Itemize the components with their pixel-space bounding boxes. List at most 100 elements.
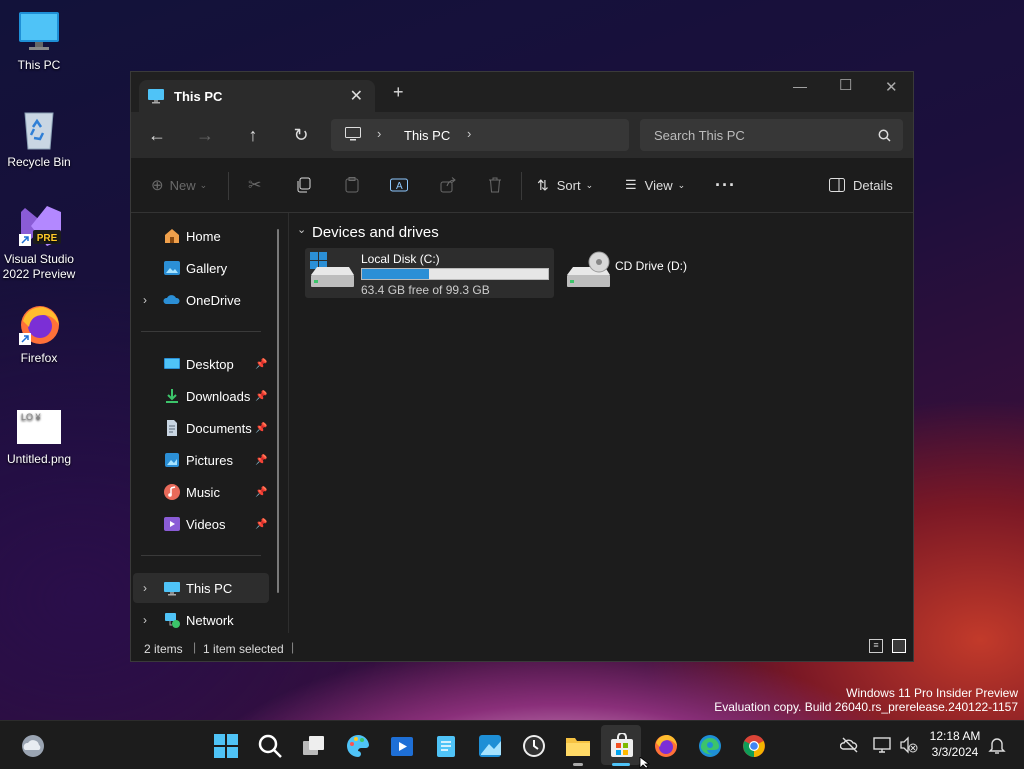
- mouse-cursor-icon: [639, 757, 651, 768]
- sidebar-item-network[interactable]: › Network: [133, 605, 269, 635]
- content-area: ⌄ Devices and drives Local Disk (C:) 63.…: [289, 213, 913, 633]
- breadcrumb-chevron-icon[interactable]: ›: [377, 126, 381, 141]
- monitor-icon: [345, 127, 361, 141]
- tiles-view-toggle-icon[interactable]: [892, 639, 906, 653]
- sidebar-item-documents[interactable]: Documents 📌: [133, 413, 269, 443]
- task-view-icon[interactable]: [301, 733, 327, 759]
- pin-icon[interactable]: 📌: [255, 487, 267, 498]
- pin-icon[interactable]: 📌: [255, 455, 267, 466]
- running-indicator: [573, 763, 583, 766]
- sidebar-item-pictures[interactable]: Pictures 📌: [133, 445, 269, 475]
- weather-widget-icon[interactable]: [20, 733, 46, 759]
- address-row: ← → ↑ ↻ › This PC › Search This PC: [131, 112, 913, 158]
- notification-bell-icon[interactable]: [987, 735, 1013, 761]
- sidebar-item-onedrive[interactable]: › OneDrive: [133, 285, 269, 315]
- drive-name: CD Drive (D:): [615, 259, 687, 273]
- status-divider: |: [193, 640, 197, 654]
- details-button[interactable]: Details: [829, 158, 893, 212]
- tab-this-pc[interactable]: This PC ✕: [139, 80, 375, 112]
- desktop-icon-firefox[interactable]: Firefox: [0, 303, 78, 366]
- sidebar-item-desktop[interactable]: Desktop 📌: [133, 349, 269, 379]
- expand-chevron-icon[interactable]: ›: [143, 581, 147, 595]
- desktop-icon-recycle-bin[interactable]: Recycle Bin: [0, 107, 78, 170]
- sidebar-item-downloads[interactable]: Downloads 📌: [133, 381, 269, 411]
- visual-studio-icon: PRE: [17, 204, 61, 248]
- view-button[interactable]: ☰ View ⌄: [625, 158, 685, 212]
- toolbar-divider: [521, 172, 522, 200]
- new-button[interactable]: ⊕ New ⌄: [151, 158, 207, 212]
- search-input[interactable]: Search This PC: [640, 119, 903, 151]
- details-view-toggle-icon[interactable]: ≡: [869, 639, 883, 653]
- chrome-icon[interactable]: [741, 733, 767, 759]
- network-status-icon[interactable]: [873, 735, 899, 761]
- network-icon: [163, 611, 181, 629]
- onedrive-sync-icon[interactable]: [839, 735, 866, 761]
- trash-icon: [489, 177, 501, 193]
- start-button[interactable]: [213, 733, 239, 759]
- firefox-icon[interactable]: [653, 733, 679, 759]
- close-window-button[interactable]: ✕: [885, 78, 898, 96]
- desktop-icon-visual-studio[interactable]: PRE Visual Studio 2022 Preview: [0, 204, 78, 282]
- sidebar-item-videos[interactable]: Videos 📌: [133, 509, 269, 539]
- sidebar-item-home[interactable]: Home: [133, 221, 269, 251]
- volume-muted-icon[interactable]: [899, 735, 925, 761]
- desktop-folder-icon: [163, 355, 181, 373]
- file-explorer-icon[interactable]: [565, 733, 591, 759]
- up-button[interactable]: ↑: [241, 123, 265, 147]
- delete-button[interactable]: [488, 158, 502, 212]
- breadcrumb[interactable]: This PC: [404, 128, 450, 143]
- pin-icon[interactable]: 📌: [255, 359, 267, 370]
- forward-button[interactable]: →: [193, 123, 217, 147]
- search-icon[interactable]: [257, 733, 283, 759]
- photos-icon[interactable]: [477, 733, 503, 759]
- status-bar: 2 items | 1 item selected | ≡: [131, 634, 913, 661]
- paste-button[interactable]: [344, 158, 360, 212]
- desktop-icon-this-pc[interactable]: This PC: [0, 10, 78, 73]
- maximize-button[interactable]: ☐: [839, 76, 852, 94]
- pin-icon[interactable]: 📌: [255, 391, 267, 402]
- breadcrumb-chevron-icon[interactable]: ›: [467, 126, 471, 141]
- sidebar-item-thispc[interactable]: › This PC: [133, 573, 269, 603]
- clock-date: 3/3/2024: [931, 745, 979, 759]
- rename-button[interactable]: A: [390, 158, 408, 212]
- document-icon: [163, 419, 181, 437]
- thumbnail-scribble: LO ¥: [21, 412, 41, 422]
- share-button[interactable]: [440, 158, 456, 212]
- selection-count: 1 item selected: [203, 642, 284, 656]
- nav-scrollbar[interactable]: [277, 229, 279, 593]
- close-tab-icon[interactable]: ✕: [350, 86, 363, 106]
- minimize-button[interactable]: —: [793, 78, 807, 94]
- address-bar[interactable]: › This PC ›: [331, 119, 629, 151]
- expand-chevron-icon[interactable]: ›: [143, 293, 147, 307]
- sidebar-item-music[interactable]: Music 📌: [133, 477, 269, 507]
- expand-chevron-icon[interactable]: ›: [143, 613, 147, 627]
- refresh-button[interactable]: ↻: [289, 123, 313, 147]
- pin-icon[interactable]: 📌: [255, 519, 267, 530]
- back-button[interactable]: ←: [145, 123, 169, 147]
- edge-icon[interactable]: [697, 733, 723, 759]
- paste-icon: [345, 177, 359, 193]
- microsoft-store-icon[interactable]: [609, 732, 635, 759]
- section-title[interactable]: Devices and drives: [312, 224, 439, 241]
- clock-app-icon[interactable]: [521, 733, 547, 759]
- chevron-down-icon: ⌄: [199, 179, 208, 190]
- desktop-icon-untitled-png[interactable]: LO ¥ Untitled.png: [0, 410, 78, 467]
- download-icon: [163, 387, 181, 405]
- drive-tile-c[interactable]: Local Disk (C:) 63.4 GB free of 99.3 GB: [305, 248, 554, 298]
- chevron-down-icon: ⌄: [677, 179, 686, 190]
- drive-tile-d[interactable]: CD Drive (D:): [563, 248, 723, 298]
- more-options-button[interactable]: ···: [715, 158, 736, 212]
- sort-button[interactable]: ⇅ Sort ⌄: [537, 158, 593, 212]
- clock[interactable]: 12:18 AM 3/3/2024: [924, 728, 986, 760]
- collapse-chevron-icon[interactable]: ⌄: [297, 223, 306, 236]
- paint-icon[interactable]: [345, 733, 371, 759]
- cut-button[interactable]: ✂: [248, 158, 261, 212]
- new-tab-button[interactable]: +: [393, 83, 404, 101]
- pin-icon[interactable]: 📌: [255, 423, 267, 434]
- notepad-icon[interactable]: [433, 733, 459, 759]
- movies-tv-icon[interactable]: [389, 733, 415, 759]
- sidebar-item-gallery[interactable]: Gallery: [133, 253, 269, 283]
- monitor-icon: [148, 89, 164, 104]
- copy-button[interactable]: [296, 158, 312, 212]
- command-bar: ⊕ New ⌄ ✂ A ⇅ Sort ⌄ ☰ View ⌄ ··· Detail…: [131, 158, 913, 213]
